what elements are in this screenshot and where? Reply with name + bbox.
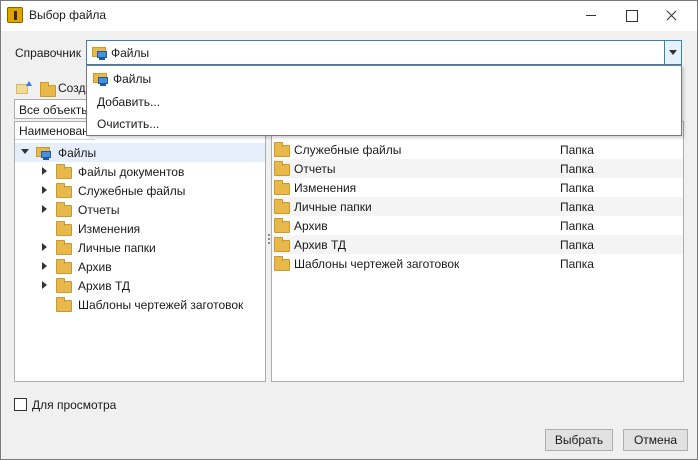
tree-item[interactable]: Личные папки: [15, 238, 265, 257]
list-item-type: Папка: [560, 219, 594, 233]
folder-icon: [56, 164, 72, 179]
list-item-name: Изменения: [294, 181, 357, 195]
list-item-type: Папка: [560, 238, 594, 252]
minimize-button[interactable]: [575, 1, 607, 31]
list-item[interactable]: Изменения Папка: [272, 178, 683, 197]
expand-caret-icon[interactable]: [42, 243, 47, 251]
folder-icon: [56, 221, 72, 236]
list-item-name: Архив ТД: [294, 238, 347, 252]
tree-item[interactable]: Архив ТД: [15, 276, 265, 295]
maximize-button[interactable]: [615, 1, 647, 31]
list-item-name: Личные папки: [294, 200, 372, 214]
folder-icon: [56, 297, 72, 312]
list-item-name: Архив: [294, 219, 328, 233]
tree-root-files[interactable]: Файлы: [15, 143, 265, 162]
select-button[interactable]: Выбрать: [545, 429, 613, 451]
folder-icon: [274, 180, 290, 195]
preview-checkbox-label: Для просмотра: [32, 398, 117, 412]
cancel-button[interactable]: Отмена: [623, 429, 688, 451]
folder-icon: [274, 199, 290, 214]
title-bar: Выбор файла: [1, 1, 697, 31]
tree-item[interactable]: Служебные файлы: [15, 181, 265, 200]
window-title: Выбор файла: [29, 8, 107, 22]
list-item-name: Отчеты: [294, 162, 336, 176]
tree-root-label: Файлы: [58, 146, 97, 160]
dropdown-item-add[interactable]: Добавить...: [87, 91, 681, 113]
list-item[interactable]: Шаблоны чертежей заготовок Папка: [272, 254, 683, 273]
folder-icon: [56, 202, 72, 217]
tree-item[interactable]: Изменения: [15, 219, 265, 238]
tree-item-label: Служебные файлы: [78, 184, 186, 198]
list-item[interactable]: Служебные файлы Папка: [272, 140, 683, 159]
expand-caret-icon[interactable]: [42, 205, 47, 213]
list-item[interactable]: Архив Папка: [272, 216, 683, 235]
folder-icon: [274, 256, 290, 271]
folder-icon: [274, 161, 290, 176]
folder-tree[interactable]: Наименован Файлы Файлы документов Служебн…: [14, 121, 266, 382]
reference-dropdown-list[interactable]: Файлы Добавить... Очистить...: [86, 65, 682, 136]
app-icon: [7, 7, 23, 23]
list-item-type: Папка: [560, 181, 594, 195]
create-button-label[interactable]: Созд: [58, 81, 85, 95]
folder-icon: [56, 278, 72, 293]
tree-item[interactable]: Файлы документов: [15, 162, 265, 181]
expand-caret-icon[interactable]: [42, 186, 47, 194]
file-list[interactable]: Служебные файлы Папка Отчеты Папка Изменения…: [271, 121, 684, 382]
files-icon: [93, 71, 109, 86]
reference-combobox[interactable]: Файлы: [86, 40, 682, 65]
tree-item-label: Архив ТД: [78, 279, 131, 293]
folder-icon: [274, 218, 290, 233]
expand-caret-icon[interactable]: [42, 167, 47, 175]
list-item[interactable]: Личные папки Папка: [272, 197, 683, 216]
tree-item-label: Изменения: [78, 222, 141, 236]
reference-label: Справочник: [15, 46, 81, 60]
expand-caret-icon[interactable]: [21, 149, 29, 154]
dropdown-item-clear[interactable]: Очистить...: [87, 113, 681, 135]
tree-item-label: Отчеты: [78, 203, 120, 217]
preview-checkbox[interactable]: [14, 398, 27, 411]
tree-item-label: Шаблоны чертежей заготовок: [78, 298, 244, 312]
folder-icon: [274, 142, 290, 157]
list-item-type: Папка: [560, 200, 594, 214]
expand-caret-icon[interactable]: [42, 281, 47, 289]
folder-icon: [56, 259, 72, 274]
tree-item[interactable]: Шаблоны чертежей заготовок: [15, 295, 265, 314]
close-button[interactable]: [655, 1, 687, 31]
tree-item[interactable]: Отчеты: [15, 200, 265, 219]
list-item[interactable]: Отчеты Папка: [272, 159, 683, 178]
files-icon: [36, 145, 52, 160]
folder-icon: [56, 240, 72, 255]
filter-value: Все объекты: [19, 103, 90, 117]
list-item[interactable]: Архив ТД Папка: [272, 235, 683, 254]
dropdown-item-files[interactable]: Файлы: [87, 68, 681, 90]
tree-item[interactable]: Архив: [15, 257, 265, 276]
up-level-icon[interactable]: [16, 81, 32, 95]
tree-item-label: Архив: [78, 260, 112, 274]
file-select-dialog: Выбор файла Справочник Файлы Созд Все об…: [0, 0, 698, 460]
expand-caret-icon[interactable]: [42, 262, 47, 270]
list-item-name: Шаблоны чертежей заготовок: [294, 257, 460, 271]
reference-value: Файлы: [111, 46, 150, 60]
tree-column-header[interactable]: Наименован: [15, 122, 95, 140]
list-item-name: Служебные файлы: [294, 143, 402, 157]
folder-icon: [56, 183, 72, 198]
list-item-type: Папка: [560, 162, 594, 176]
tree-item-label: Личные папки: [78, 241, 156, 255]
tree-item-label: Файлы документов: [78, 165, 185, 179]
list-item-type: Папка: [560, 257, 594, 271]
dropdown-arrow-icon[interactable]: [664, 41, 681, 64]
files-icon: [92, 45, 108, 60]
list-item-type: Папка: [560, 143, 594, 157]
create-folder-icon[interactable]: [40, 82, 56, 97]
folder-icon: [274, 237, 290, 252]
